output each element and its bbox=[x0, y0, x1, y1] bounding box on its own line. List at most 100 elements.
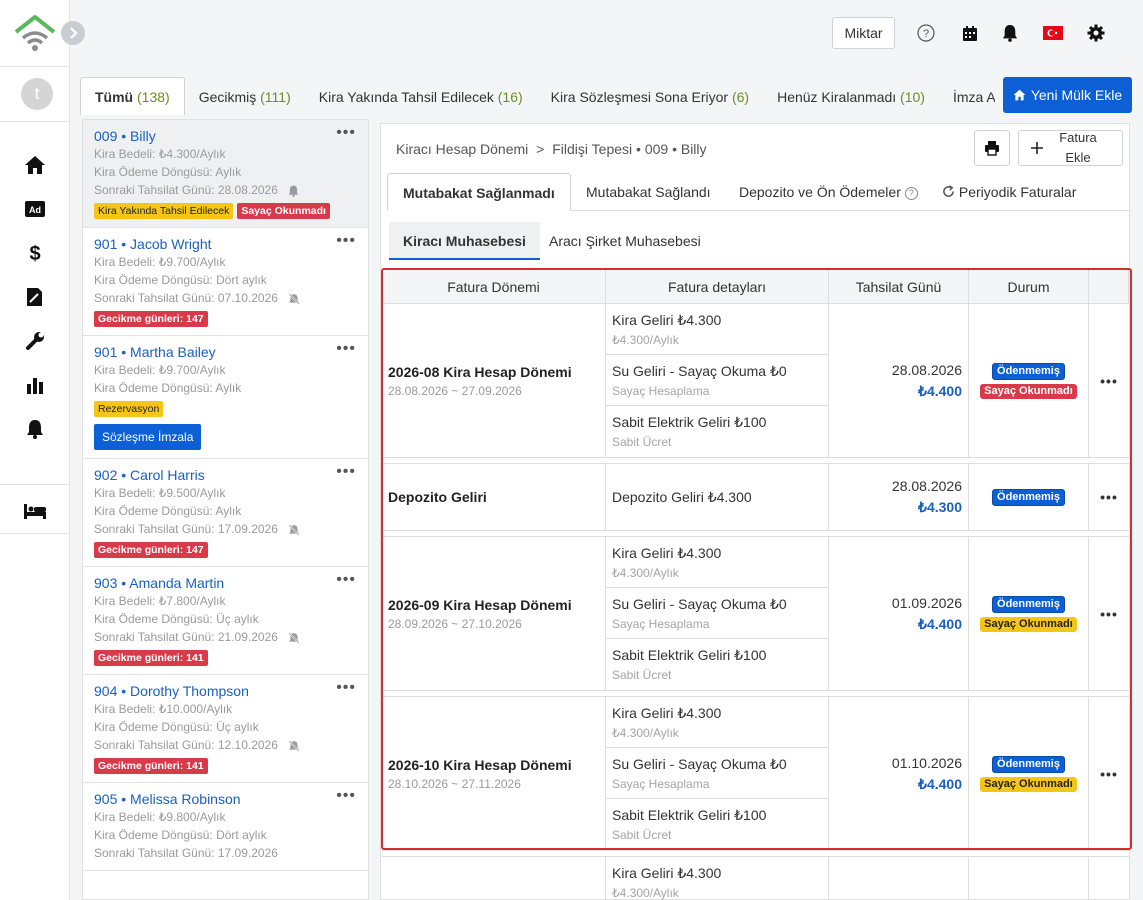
tab-tenant-accounting[interactable]: Kiracı Muhasebesi bbox=[389, 222, 540, 260]
more-options-icon[interactable]: ••• bbox=[336, 787, 356, 805]
chart-icon[interactable] bbox=[23, 373, 47, 397]
more-options-icon[interactable]: ••• bbox=[336, 463, 356, 481]
period-title: 2026-08 Kira Hesap Dönemi bbox=[388, 363, 572, 380]
tenant-rent: Kira Bedeli: ₺10.000/Aylık bbox=[94, 702, 233, 716]
tab-overdue[interactable]: Gecikmiş (111) bbox=[185, 78, 305, 115]
add-invoice-label: Fatura Ekle bbox=[1059, 130, 1097, 165]
tab-contract-ending[interactable]: Kira Sözleşmesi Sona Eriyor (6) bbox=[537, 78, 763, 115]
detail-row: Kira Geliri ₺4.300 ₺4.300/Aylık bbox=[606, 697, 828, 748]
more-options-icon[interactable]: ••• bbox=[336, 679, 356, 697]
home-icon[interactable] bbox=[23, 153, 47, 177]
collection-date: 28.08.2026 bbox=[891, 361, 962, 378]
printer-icon bbox=[985, 141, 999, 156]
collection-cell: 28.08.2026 ₺4.300 bbox=[829, 464, 969, 530]
detail-sub: ₺4.300/Aylık bbox=[612, 566, 679, 580]
unpaid-badge: Ödenmemiş bbox=[992, 362, 1065, 380]
tab-agency-accounting[interactable]: Aracı Şirket Muhasebesi bbox=[535, 222, 715, 260]
tab-count: (16) bbox=[497, 89, 523, 105]
detail-row: Sabit Elektrik Geliri ₺100 Sabit Ücret bbox=[606, 799, 828, 850]
settings-gear-icon[interactable] bbox=[1085, 22, 1107, 44]
unpaid-badge: Ödenmemiş bbox=[992, 488, 1065, 506]
print-button[interactable] bbox=[974, 130, 1010, 166]
tab-signature[interactable]: İmza Aşan bbox=[939, 78, 995, 115]
tab-deposits[interactable]: Depozito ve Ön Ödemeler ? bbox=[724, 173, 933, 211]
tab-count: (138) bbox=[137, 89, 170, 105]
tenant-rent: Kira Bedeli: ₺9.700/Aylık bbox=[94, 363, 226, 377]
add-invoice-button[interactable]: Fatura Ekle bbox=[1018, 130, 1123, 166]
collection-cell: 28.08.2026 ₺4.400 bbox=[829, 304, 969, 457]
row-more-icon[interactable]: ••• bbox=[1089, 464, 1129, 530]
more-options-icon[interactable]: ••• bbox=[336, 340, 356, 358]
add-property-label: Yeni Mülk Ekle bbox=[1030, 87, 1123, 103]
tenant-card[interactable]: 905 • Melissa Robinson Kira Bedeli: ₺9.8… bbox=[83, 783, 368, 871]
period-cell: 2026-10 Kira Hesap Dönemi 28.10.2026 ~ 2… bbox=[382, 697, 606, 850]
tenant-card[interactable]: 009 • Billy Kira Bedeli: ₺4.300/Aylık Ki… bbox=[83, 120, 368, 228]
row-more-icon[interactable]: ••• bbox=[1089, 537, 1129, 690]
row-more-icon[interactable]: ••• bbox=[1089, 304, 1129, 457]
tenant-cycle: Kira Ödeme Döngüsü: Aylık bbox=[94, 504, 242, 518]
row-more-icon[interactable]: ••• bbox=[1089, 697, 1129, 850]
notification-bell-icon[interactable] bbox=[999, 22, 1021, 44]
wrench-icon[interactable] bbox=[23, 329, 47, 353]
tenant-rent: Kira Bedeli: ₺7.800/Aylık bbox=[94, 594, 226, 608]
tenant-cycle: Kira Ödeme Döngüsü: Üç aylık bbox=[94, 612, 259, 626]
detail-main: Kira Geliri ₺4.300 bbox=[612, 865, 722, 881]
tab-all[interactable]: Tümü (138) bbox=[80, 77, 185, 115]
turkey-flag-icon[interactable] bbox=[1042, 22, 1064, 44]
column-header: Durum bbox=[969, 270, 1089, 303]
sidebar-toggle-button[interactable] bbox=[61, 21, 85, 45]
column-header: Fatura detayları bbox=[606, 270, 829, 303]
calendar-icon[interactable] bbox=[959, 22, 981, 44]
sign-contract-button[interactable]: Sözleşme İmzala bbox=[94, 424, 202, 450]
detail-main: Depozito Geliri ₺4.300 bbox=[612, 489, 752, 505]
miktar-button[interactable]: Miktar bbox=[832, 17, 895, 49]
tenant-card[interactable]: 903 • Amanda Martin Kira Bedeli: ₺7.800/… bbox=[83, 567, 368, 675]
invoice-panel: Kiracı Hesap Dönemi > Fildişi Tepesi • 0… bbox=[380, 123, 1132, 900]
more-options-icon[interactable]: ••• bbox=[336, 571, 356, 589]
breadcrumb-root[interactable]: Kiracı Hesap Dönemi bbox=[396, 141, 528, 157]
bed-icon[interactable] bbox=[23, 499, 47, 523]
detail-row: Kira Geliri ₺4.300 ₺4.300/Aylık bbox=[606, 857, 828, 900]
detail-row: Sabit Elektrik Geliri ₺100 Sabit Ücret bbox=[606, 639, 828, 690]
avatar[interactable]: t bbox=[21, 78, 53, 110]
detail-sub: Sabit Ücret bbox=[612, 828, 672, 842]
detail-row: Kira Geliri ₺4.300 ₺4.300/Aylık bbox=[606, 304, 828, 355]
period-title: Depozito Geliri bbox=[388, 489, 487, 505]
dollar-icon[interactable]: $ bbox=[23, 241, 47, 265]
tenant-list: 009 • Billy Kira Bedeli: ₺4.300/Aylık Ki… bbox=[82, 119, 369, 900]
tab-reconciled[interactable]: Mutabakat Sağlandı bbox=[571, 173, 726, 211]
more-options-icon[interactable]: ••• bbox=[336, 232, 356, 250]
tenant-card[interactable]: 901 • Martha Bailey Kira Bedeli: ₺9.700/… bbox=[83, 336, 368, 459]
contract-icon[interactable] bbox=[23, 285, 47, 309]
topbar: Miktar ? bbox=[70, 0, 1143, 66]
help-icon[interactable]: ? bbox=[904, 186, 918, 200]
help-icon[interactable]: ? bbox=[915, 22, 937, 44]
period-cell: Depozito Geliri bbox=[382, 464, 606, 530]
detail-main: Kira Geliri ₺4.300 bbox=[612, 312, 722, 328]
status-cell bbox=[969, 857, 1089, 900]
add-property-button[interactable]: Yeni Mülk Ekle bbox=[1003, 77, 1132, 113]
tab-rent-due-soon[interactable]: Kira Yakında Tahsil Edilecek (16) bbox=[305, 78, 537, 115]
tenant-cycle: Kira Ödeme Döngüsü: Dört aylık bbox=[94, 828, 267, 842]
invoice-group: Depozito Geliri Depozito Geliri ₺4.300 2… bbox=[382, 463, 1129, 531]
more-options-icon[interactable]: ••• bbox=[336, 124, 356, 142]
details-cell: Kira Geliri ₺4.300 ₺4.300/Aylık Su Geliri… bbox=[606, 537, 829, 690]
detail-row: Su Geliri - Sayaç Okuma ₺0 Sayaç Hesaplam… bbox=[606, 748, 828, 799]
tenant-card[interactable]: 902 • Carol Harris Kira Bedeli: ₺9.500/A… bbox=[83, 459, 368, 567]
bell-icon[interactable] bbox=[23, 417, 47, 441]
tab-unreconciled[interactable]: Mutabakat Sağlanmadı bbox=[387, 173, 571, 211]
tenant-next-collection: Sonraki Tahsilat Günü: 28.08.2026 bbox=[94, 181, 357, 199]
tab-periodic-invoices[interactable]: Periyodik Faturalar bbox=[927, 173, 1091, 211]
chevron-right-icon bbox=[70, 27, 78, 39]
detail-row: Su Geliri - Sayaç Okuma ₺0 Sayaç Hesaplam… bbox=[606, 588, 828, 639]
detail-main: Sabit Elektrik Geliri ₺100 bbox=[612, 807, 767, 823]
tenant-card[interactable]: 901 • Jacob Wright Kira Bedeli: ₺9.700/A… bbox=[83, 228, 368, 336]
ads-icon[interactable]: Ad bbox=[23, 197, 47, 221]
detail-row: Kira Geliri ₺4.300 ₺4.300/Aylık bbox=[606, 537, 828, 588]
bell-slash-icon bbox=[288, 293, 300, 305]
tab-not-rented[interactable]: Henüz Kiralanmadı (10) bbox=[763, 78, 939, 115]
tenant-card[interactable]: 904 • Dorothy Thompson Kira Bedeli: ₺10.… bbox=[83, 675, 368, 783]
detail-sub: ₺4.300/Aylık bbox=[612, 726, 679, 740]
period-cell: 2026-08 Kira Hesap Dönemi 28.08.2026 ~ 2… bbox=[382, 304, 606, 457]
period-range: 28.10.2026 ~ 27.11.2026 bbox=[388, 776, 521, 791]
